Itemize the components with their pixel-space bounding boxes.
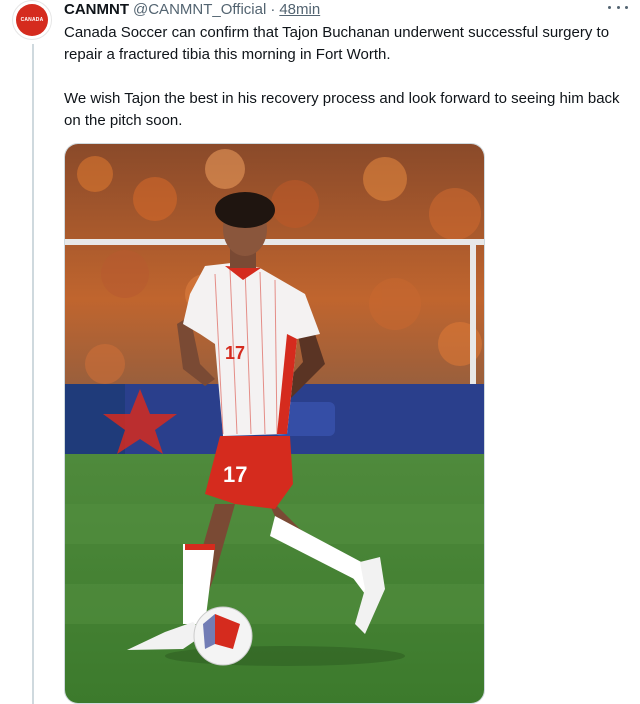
tweet-paragraph-2: We wish Tajon the best in his recovery p… bbox=[64, 90, 620, 129]
user-handle[interactable]: @CANMNT_Official bbox=[133, 1, 266, 18]
tweet-media-photo[interactable]: 17 17 bbox=[64, 143, 485, 704]
avatar[interactable]: CANADA bbox=[12, 0, 52, 40]
tweet-header: CANMNT @CANMNT_Official · 48min bbox=[64, 0, 320, 18]
display-name[interactable]: CANMNT bbox=[64, 1, 129, 18]
avatar-badge-text: CANADA bbox=[20, 17, 44, 23]
tweet-text: Canada Soccer can confirm that Tajon Buc… bbox=[64, 22, 624, 132]
separator-dot: · bbox=[270, 0, 276, 18]
canada-soccer-logo-icon: CANADA bbox=[16, 4, 48, 36]
timestamp-link[interactable]: 48min bbox=[279, 1, 320, 18]
thread-line bbox=[32, 44, 34, 704]
tweet-paragraph-1: Canada Soccer can confirm that Tajon Buc… bbox=[64, 24, 610, 63]
more-options-icon[interactable] bbox=[608, 0, 628, 14]
shirt-number: 17 bbox=[225, 343, 245, 363]
shorts-number: 17 bbox=[223, 462, 247, 487]
photo-illustration: 17 17 bbox=[65, 144, 484, 703]
